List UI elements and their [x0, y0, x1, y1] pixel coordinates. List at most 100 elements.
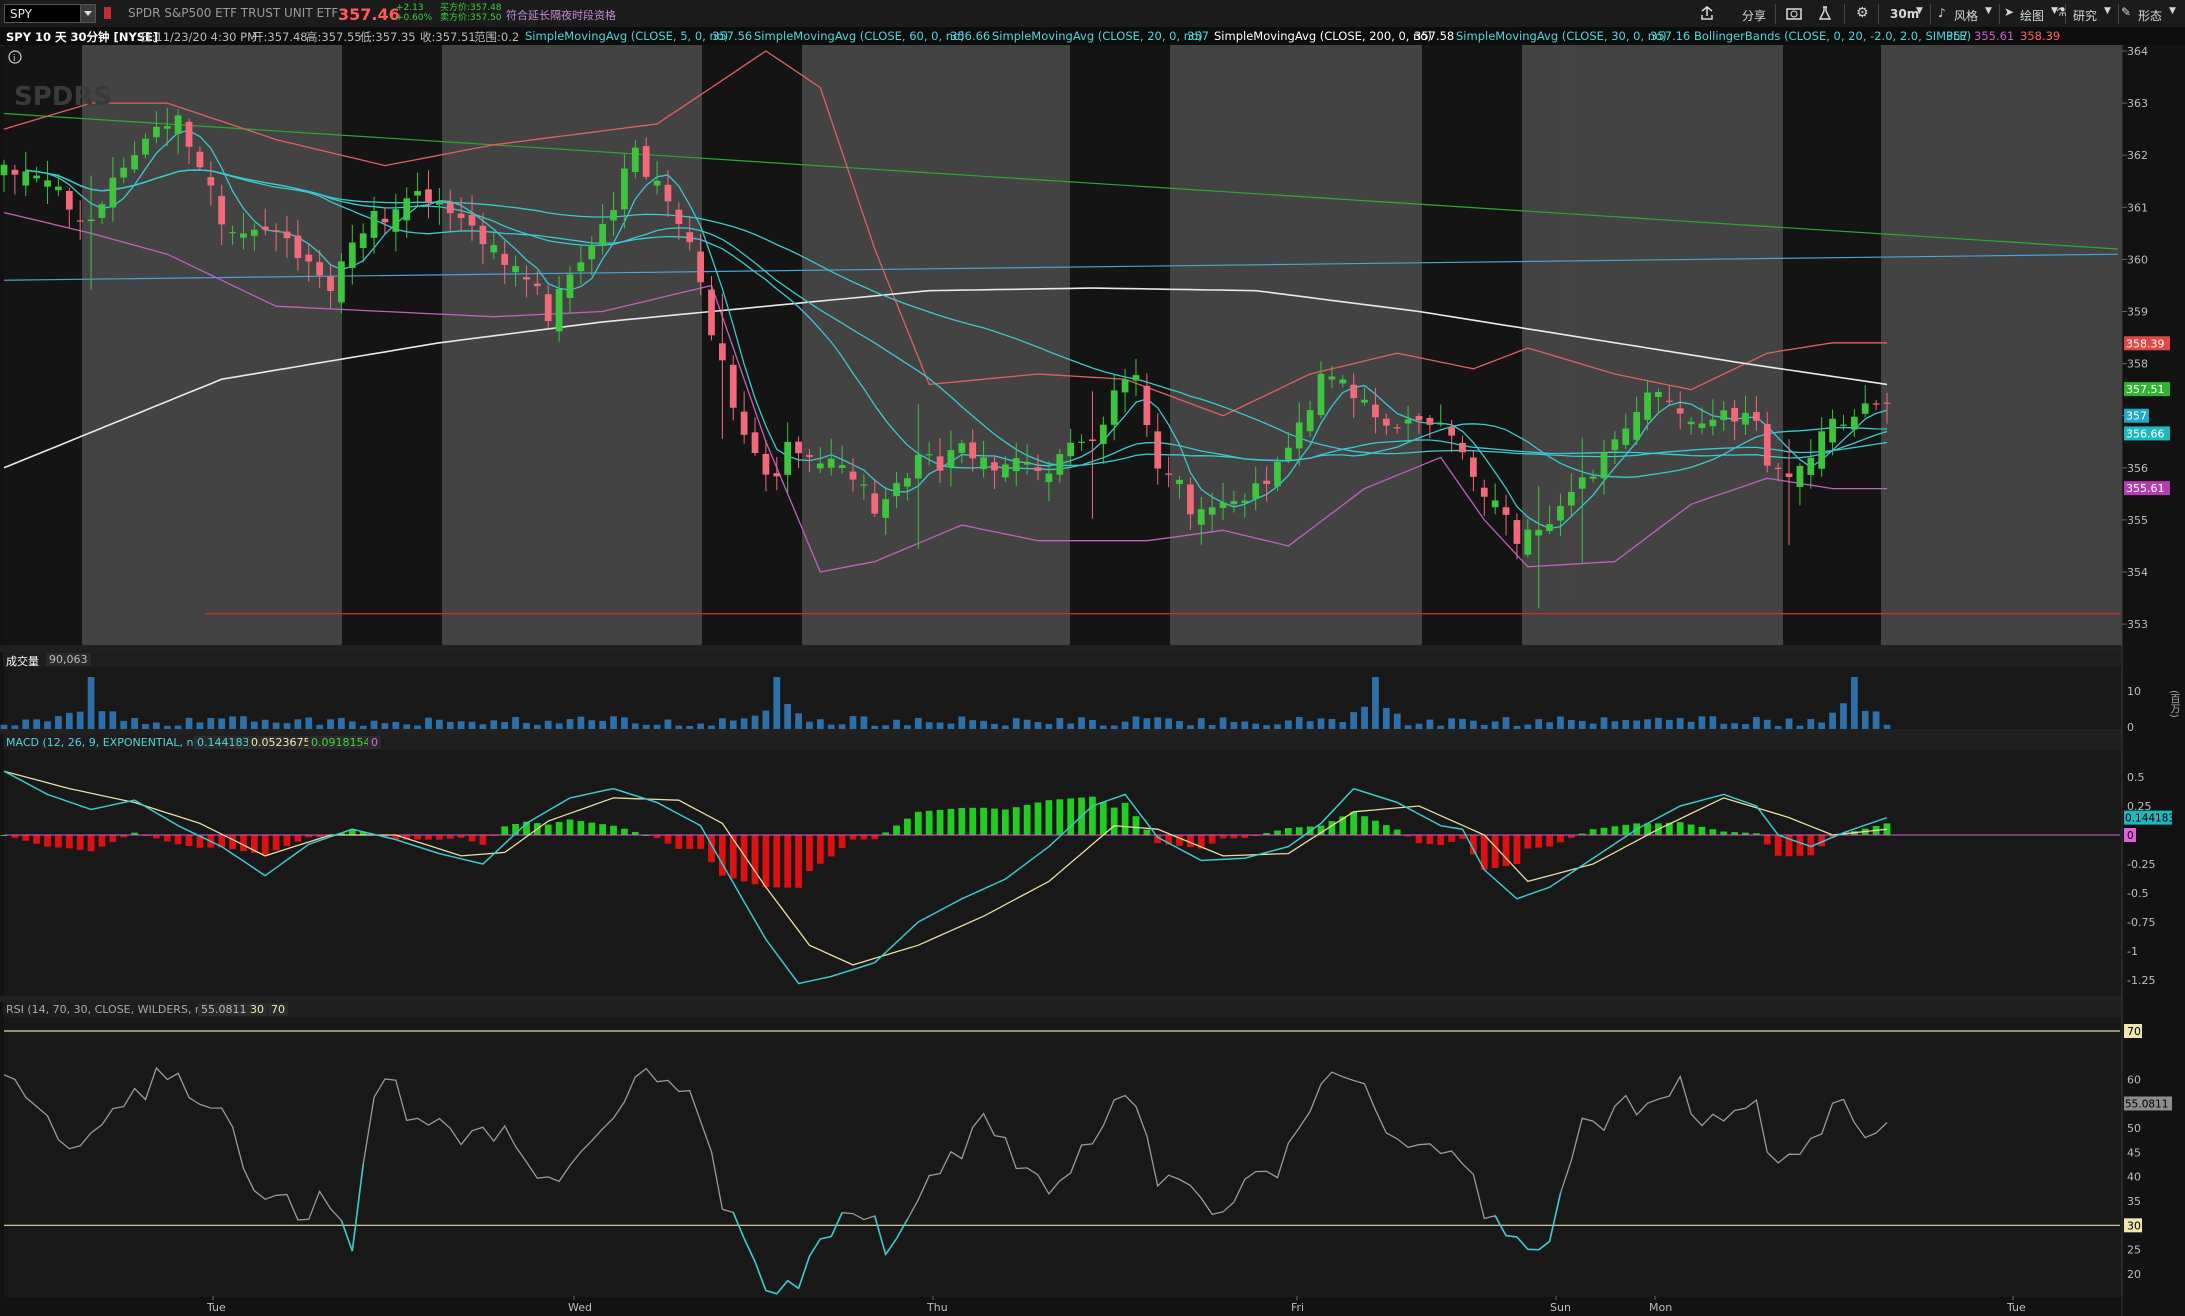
macd-histogram-bar — [697, 835, 704, 849]
volume-bar — [1807, 718, 1815, 729]
candle-body — [806, 455, 813, 457]
macd-histogram-bar — [240, 835, 247, 852]
sma30-label[interactable]: SimpleMovingAvg (CLOSE, 30, 0, no) — [1456, 29, 1667, 43]
macd-title[interactable]: MACD (12, 26, 9, EXPONENTIAL, no) — [6, 736, 205, 749]
volume-bar — [740, 718, 748, 729]
candle-body — [305, 254, 313, 262]
macd-histogram-bar — [925, 810, 933, 835]
macd-histogram-bar — [686, 835, 694, 849]
sma200-label[interactable]: SimpleMovingAvg (CLOSE, 200, 0, no) — [1214, 29, 1432, 43]
chevron-down-icon[interactable]: ▼ — [1916, 6, 1923, 16]
volume-bar — [664, 719, 672, 729]
candle-body — [33, 175, 41, 179]
top-toolbar: SPY SPDR S&P500 ETF TRUST UNIT ETF 357.4… — [0, 0, 2185, 28]
macd-histogram-bar — [1208, 835, 1216, 844]
volume-bar — [1470, 720, 1477, 729]
candle-body — [120, 167, 128, 178]
candle-body — [446, 202, 454, 214]
pattern-button[interactable]: 形态 — [2138, 7, 2162, 24]
sma60-label[interactable]: SimpleMovingAvg (CLOSE, 60, 0, no) — [754, 29, 965, 43]
candle-body — [708, 289, 715, 336]
chevron-down-icon[interactable]: ▼ — [2104, 6, 2111, 16]
rsi-title[interactable]: RSI (14, 70, 30, CLOSE, WILDERS, no) — [6, 1003, 213, 1016]
bb-up-value: 358.39 — [2020, 29, 2061, 43]
candle-body — [436, 202, 443, 205]
macd-histogram-bar — [1600, 827, 1608, 835]
beaker-icon[interactable]: ⚗ — [2056, 5, 2067, 19]
macd-histogram-bar — [425, 835, 432, 840]
symbol-input[interactable]: SPY — [4, 4, 90, 23]
cursor-icon[interactable]: ➤ — [2004, 5, 2014, 19]
candle-body — [1382, 418, 1390, 426]
volume-bar — [446, 721, 454, 729]
candle-body — [1557, 505, 1564, 521]
volume-bar — [838, 724, 846, 729]
change-pct: +0.60% — [396, 13, 433, 23]
price-tick-label: 355 — [2127, 514, 2148, 527]
draw-button[interactable]: 绘图 — [2020, 7, 2044, 24]
candle-body — [1633, 412, 1641, 440]
volume-bar — [1644, 719, 1651, 729]
volume-bar — [1361, 706, 1368, 729]
pattern-icon[interactable]: ✎ — [2121, 5, 2131, 19]
study-header: SPY 10 天 30分钟 [NYSE] 日:11/23/20 4:30 PM … — [0, 27, 2185, 46]
chevron-down-icon[interactable]: ▼ — [2169, 6, 2176, 16]
volume-bar — [479, 724, 487, 729]
candle-body — [1829, 418, 1836, 443]
timeframe-button[interactable]: 30m — [1890, 7, 1919, 21]
sma20-value: 357 — [1187, 29, 1209, 43]
volume-bar — [1535, 719, 1543, 729]
macd-histogram-bar — [1513, 835, 1521, 864]
volume-bar — [1655, 717, 1662, 729]
toolbar-divider — [2118, 4, 2119, 24]
volume-bar — [1045, 723, 1053, 729]
candle-body — [523, 277, 530, 280]
sma5-label[interactable]: SimpleMovingAvg (CLOSE, 5, 0, no) — [525, 29, 728, 43]
macd-histogram-bar — [1491, 835, 1499, 868]
chevron-down-icon[interactable]: ▼ — [1985, 6, 1992, 16]
candle-body — [991, 462, 998, 471]
macd-histogram-bar — [153, 835, 160, 839]
style-icon[interactable]: ♪ — [1938, 6, 1946, 20]
macd-histogram-bar — [751, 835, 759, 885]
candle-body — [392, 209, 400, 232]
macd-histogram-bar — [479, 835, 487, 845]
candle-body — [1644, 392, 1651, 420]
time-tick-label: Mon — [1649, 1301, 1672, 1314]
candle-body — [697, 251, 704, 283]
candle-body — [1208, 507, 1216, 515]
volume-bar — [98, 711, 106, 729]
toolbar-divider — [1775, 4, 1776, 24]
volume-bar — [490, 720, 498, 729]
macd-histogram-bar — [272, 835, 280, 851]
chart-canvas[interactable]: 364 363 362 361 360 359 358 357 356 355 354 353 358.… — [0, 45, 2185, 1316]
sma20-label[interactable]: SimpleMovingAvg (CLOSE, 20, 0, no) — [992, 29, 1203, 43]
symbol-dropdown-button[interactable] — [80, 4, 96, 23]
share-icon[interactable] — [1700, 6, 1714, 20]
volume-bar — [1589, 723, 1597, 729]
flag-icon[interactable] — [104, 7, 111, 19]
macd-tick-label: -1.25 — [2127, 974, 2155, 987]
candle-body — [403, 198, 411, 221]
volume-bar — [348, 721, 356, 729]
bb-label[interactable]: BollingerBands (CLOSE, 0, 20, -2.0, 2.0,… — [1694, 29, 1971, 43]
study-button[interactable]: 研究 — [2073, 7, 2097, 24]
flask-icon[interactable] — [1818, 6, 1832, 20]
macd-zero-label: 0 — [2127, 830, 2134, 842]
gear-icon[interactable]: ⚙ — [1856, 5, 1869, 21]
bar-date: 日:11/23/20 4:30 PM — [140, 30, 258, 44]
candle-body — [773, 473, 781, 477]
candle-body — [348, 242, 356, 268]
macd-histogram-bar — [1426, 835, 1434, 845]
camera-icon[interactable] — [1786, 6, 1802, 20]
candle-body — [185, 121, 193, 147]
volume-bar — [1840, 703, 1847, 729]
volume-bar — [392, 721, 400, 729]
share-button[interactable]: 分享 — [1742, 7, 1766, 24]
candle-body — [1121, 379, 1129, 393]
session-band — [1170, 45, 1422, 645]
style-button[interactable]: 风格 — [1954, 7, 1978, 24]
volume-bar — [1339, 722, 1347, 729]
price-tick-label: 363 — [2127, 97, 2148, 110]
candle-body — [751, 432, 759, 454]
